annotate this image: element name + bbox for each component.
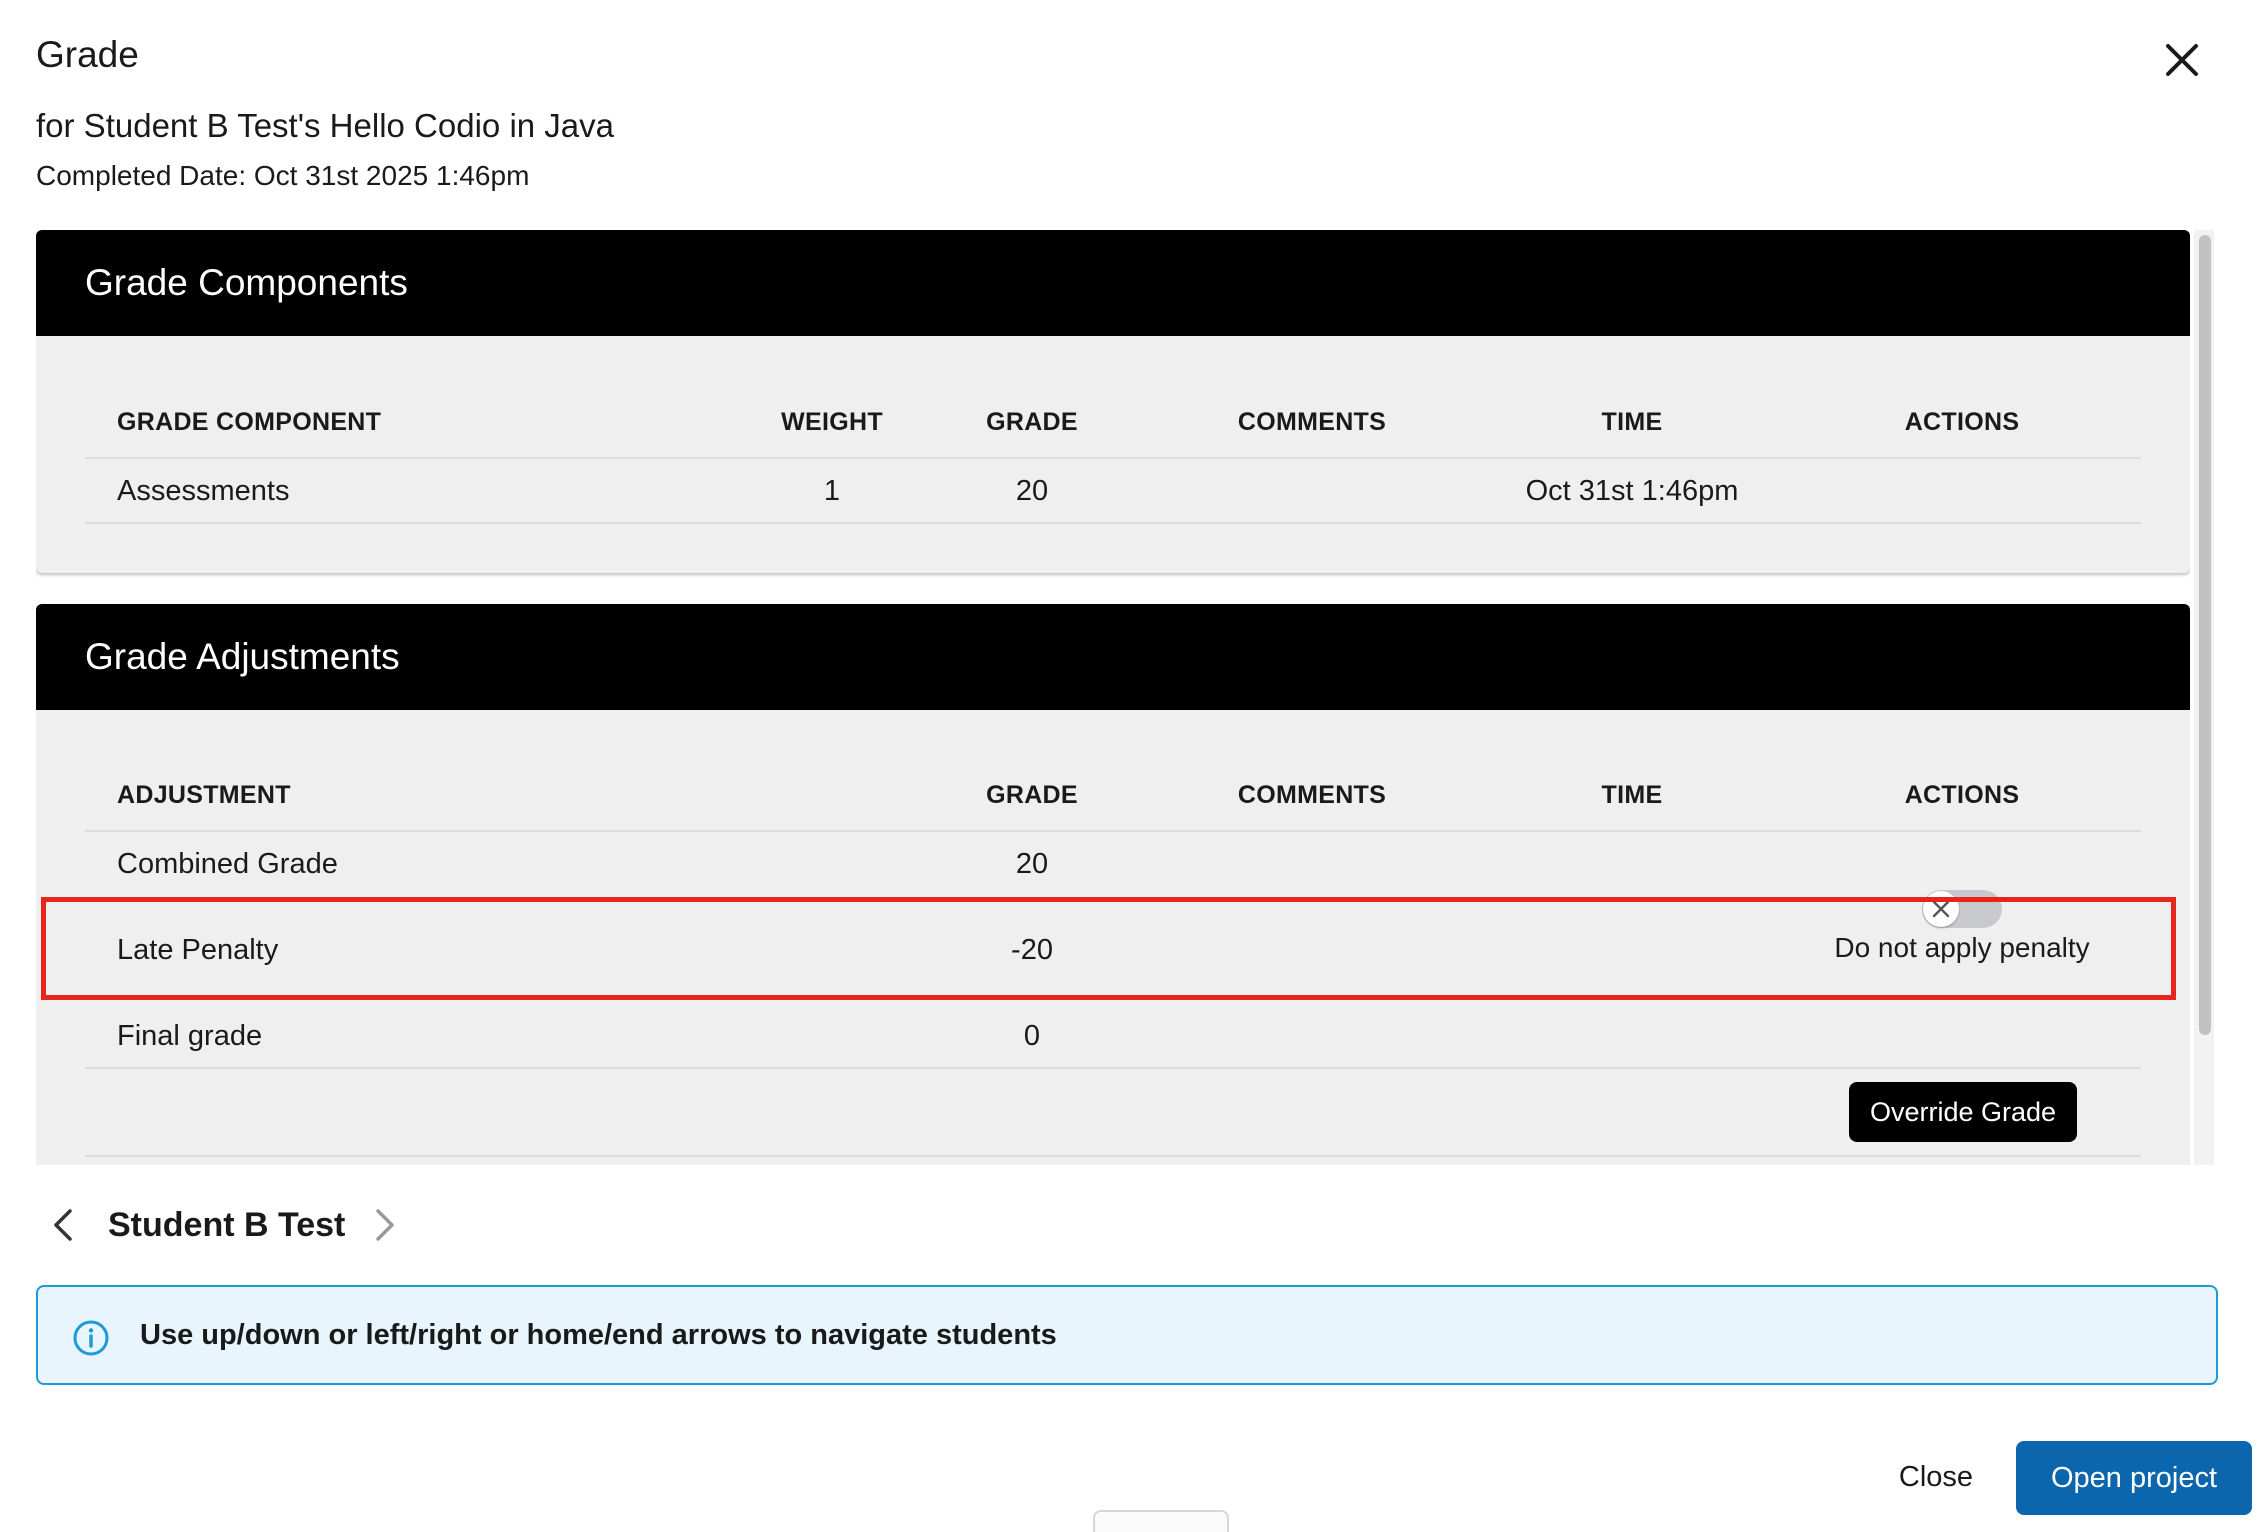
override-grade-button[interactable]: Override Grade: [1849, 1082, 2077, 1142]
col-adjustment: ADJUSTMENT: [117, 781, 291, 809]
info-icon: [72, 1319, 110, 1357]
grade-adjustments-header: Grade Adjustments: [36, 604, 2190, 710]
row-divider: [85, 1155, 2141, 1157]
previous-student-button[interactable]: [48, 1205, 80, 1245]
component-name: Assessments: [117, 475, 290, 507]
adjustment-name: Final grade: [117, 1020, 263, 1052]
component-time: Oct 31st 1:46pm: [1525, 475, 1739, 507]
grade-components-header: Grade Components: [36, 230, 2190, 336]
adjustment-grade: 20: [1015, 848, 1049, 880]
col-comments: COMMENTS: [1237, 408, 1387, 436]
chevron-left-icon: [54, 1209, 72, 1241]
col-weight: WEIGHT: [781, 408, 883, 436]
dialog-title: Grade: [36, 34, 139, 75]
student-name: Student B Test: [108, 1206, 346, 1244]
late-penalty-highlight: [41, 897, 2176, 1000]
grade-components-title: Grade Components: [85, 262, 408, 303]
close-button[interactable]: Close: [1880, 1440, 1992, 1514]
component-weight: 1: [823, 475, 841, 507]
row-divider: [85, 1067, 2141, 1069]
col-time: TIME: [1601, 408, 1663, 436]
adjustment-grade: 0: [1023, 1020, 1041, 1052]
info-alert: Use up/down or left/right or home/end ar…: [36, 1285, 2218, 1385]
next-student-button[interactable]: [368, 1205, 400, 1245]
completed-date: Completed Date: Oct 31st 2025 1:46pm: [36, 160, 530, 191]
col-actions: ACTIONS: [1904, 781, 2020, 809]
header-divider: [85, 830, 2141, 832]
info-message: Use up/down or left/right or home/end ar…: [140, 1319, 1057, 1351]
open-project-button[interactable]: Open project: [2016, 1441, 2252, 1515]
col-time: TIME: [1601, 781, 1663, 809]
adjustment-name: Combined Grade: [117, 848, 338, 880]
grade-adjustments-card: Grade Adjustments ADJUSTMENT GRADE COMME…: [36, 604, 2190, 1165]
grade-components-card: Grade Components GRADE COMPONENT WEIGHT …: [36, 230, 2190, 573]
close-icon[interactable]: [2160, 38, 2204, 82]
col-grade: GRADE: [986, 408, 1078, 436]
col-grade: GRADE: [986, 781, 1078, 809]
grade-content-scroll[interactable]: Grade Components GRADE COMPONENT WEIGHT …: [36, 230, 2190, 1165]
col-grade-component: GRADE COMPONENT: [117, 408, 382, 436]
col-comments: COMMENTS: [1237, 781, 1387, 809]
col-actions: ACTIONS: [1904, 408, 2020, 436]
row-divider: [85, 522, 2141, 524]
chevron-right-icon: [376, 1209, 394, 1241]
dialog-subtitle: for Student B Test's Hello Codio in Java: [36, 107, 614, 144]
component-grade: 20: [1015, 475, 1049, 507]
scrollbar-thumb[interactable]: [2199, 235, 2211, 1035]
header-divider: [85, 457, 2141, 459]
grade-adjustments-title: Grade Adjustments: [85, 636, 400, 677]
bottom-handle[interactable]: [1093, 1510, 1229, 1532]
